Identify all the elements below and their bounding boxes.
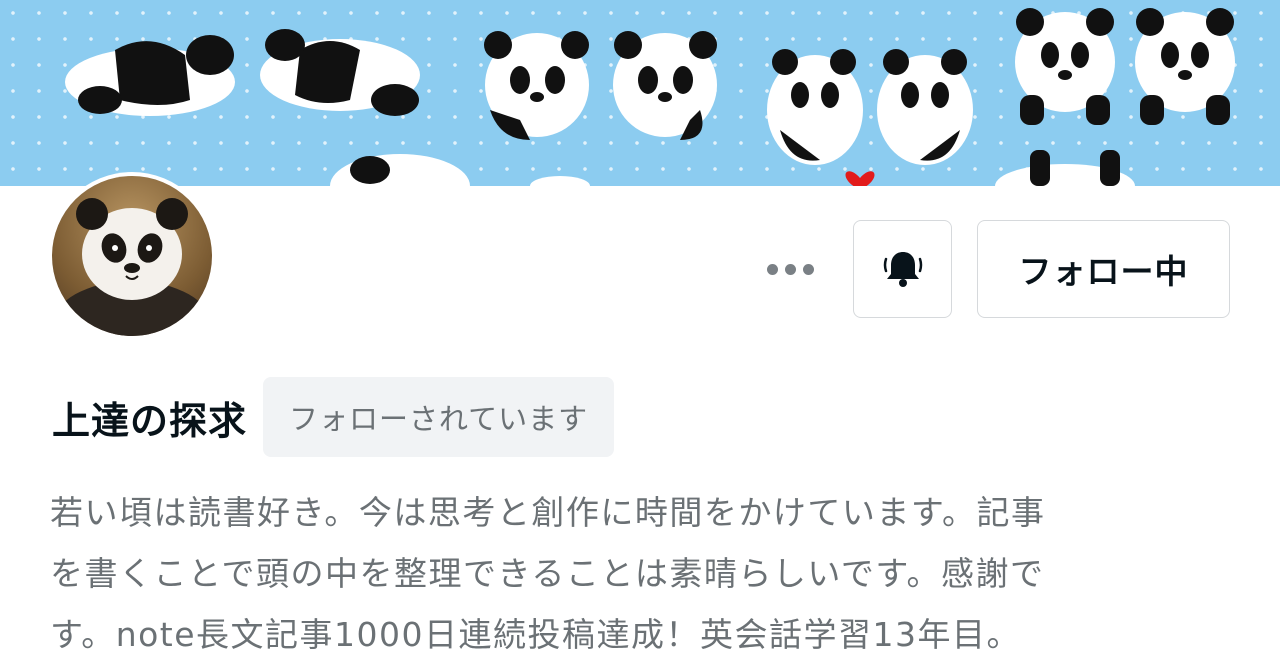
following-button-label: フォロー中 [1018,252,1189,291]
following-button[interactable]: フォロー中 [977,220,1230,318]
panda-7 [1015,8,1115,125]
panda-banner-illustration [65,8,1235,186]
header-banner [0,0,1280,186]
baby-panda-photo [52,198,212,336]
panda-6 [877,49,973,165]
profile-avatar[interactable] [48,172,216,340]
avatar-image [52,176,212,336]
more-horizontal-icon [766,263,778,275]
more-options-button[interactable] [756,246,824,292]
lying-panda-2 [260,29,420,116]
notification-bell-button[interactable] [853,220,952,318]
profile-bio: 若い頃は読書好き。今は思考と創作に時間をかけています。記事 を書くことで頭の中を… [50,493,1046,654]
lying-panda-1 [65,35,235,116]
more-dot [784,263,796,275]
follows-you-badge: フォローされています [263,377,615,457]
profile-page: フォロー中 上達の探求 フォローされています 若い頃は読書好き。今は思考と創作に… [0,0,1280,669]
heart-decoration [845,171,875,186]
bell-icon [883,252,922,287]
profile-name: 上達の探求 [52,398,248,443]
panda-8 [1135,8,1235,125]
profile-name-row: 上達の探求 フォローされています [52,377,615,457]
panda-4 [613,31,717,140]
panda-3 [484,31,589,140]
panda-5 [767,49,863,165]
more-dot [802,263,814,275]
